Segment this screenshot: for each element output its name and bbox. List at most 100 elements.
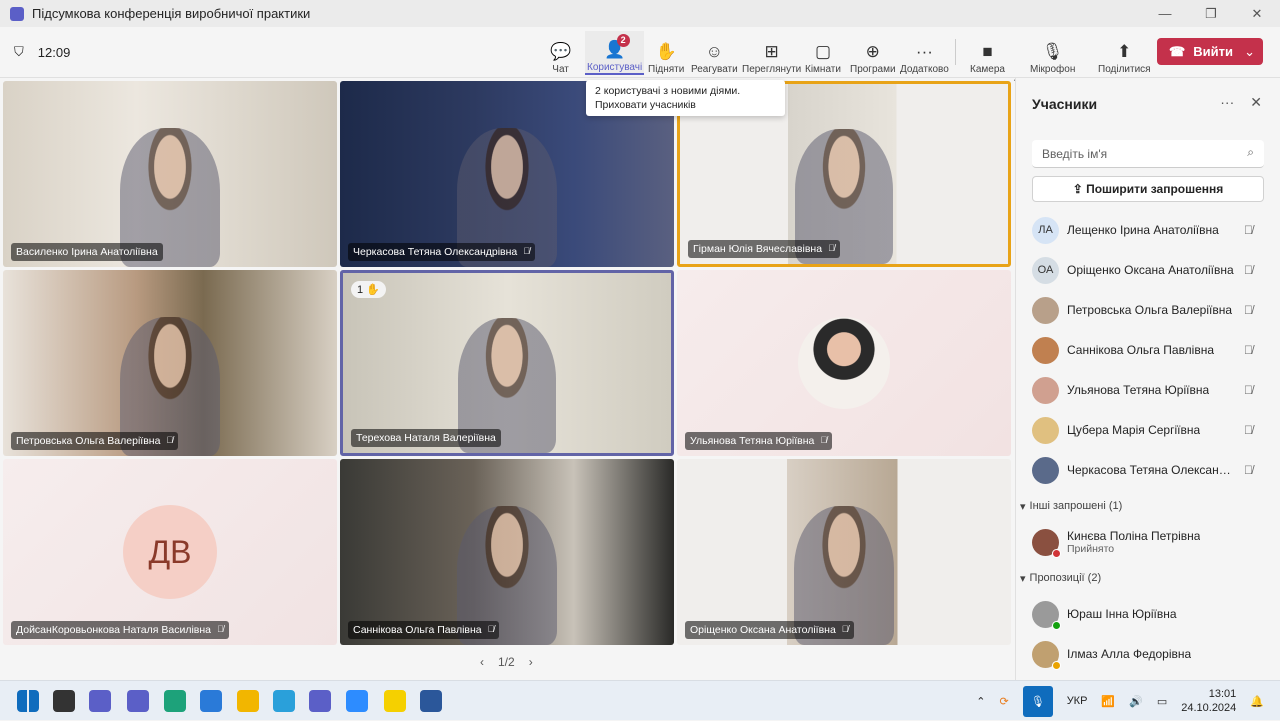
participant-name: Юраш Інна Юріївна (1067, 607, 1177, 621)
participant-item[interactable]: Кинєва Поліна Петрівна Прийнято (1016, 522, 1280, 562)
page-indicator: 1/2 (498, 655, 515, 669)
explorer-task-icon[interactable] (53, 690, 75, 712)
participant-item[interactable]: Юраш Інна Юріївна (1016, 594, 1280, 634)
pumb-icon[interactable] (384, 690, 406, 712)
video-tile[interactable]: Ульянова Тетяна Юріївна 🎙̸ (677, 270, 1011, 456)
edge-icon[interactable] (164, 690, 186, 712)
toolbar-label: Мікрофон (1030, 64, 1076, 75)
mic-off-icon: 🎙̸ (217, 624, 224, 634)
share-invite-button[interactable]: ⇪ Поширити запрошення (1032, 176, 1264, 202)
toolbar-smile-button[interactable]: ☺ Реагувати (689, 31, 740, 75)
avatar: ОА (1032, 256, 1059, 284)
show-hidden-icons-button[interactable]: ⌃ (976, 695, 985, 708)
toolbar-camera-button[interactable]: ■ Камера (968, 31, 1007, 75)
participant-item[interactable]: ОА Оріщенко Оксана Анатоліївна 🎙̸ (1016, 250, 1280, 290)
participant-name-label: Петровська Ольга Валеріївна 🎙̸ (11, 432, 179, 450)
pagination: ‹ 1/2 › (480, 655, 533, 669)
next-page-button[interactable]: › (529, 655, 533, 669)
mic-off-icon: 🎙̸ (166, 435, 174, 445)
toolbar-grid-view-button[interactable]: ⊞ Переглянути (740, 31, 803, 75)
toolbar-more-button[interactable]: ··· Додатково (898, 31, 951, 75)
raise-hand-icon: ✋ (655, 42, 677, 61)
participant-name: Оріщенко Оксана Анатоліївна (1067, 263, 1234, 277)
teams-classic-icon[interactable] (309, 690, 331, 712)
close-window-button[interactable]: ✕ (1234, 0, 1280, 27)
participant-item[interactable]: Саннікова Ольга Павлівна 🎙̸ (1016, 330, 1280, 370)
clock[interactable]: 13:01 24.10.2024 (1181, 687, 1236, 715)
more-options-button[interactable]: ··· (1220, 94, 1234, 111)
wifi-icon[interactable]: 📶 (1101, 695, 1115, 708)
sync-icon[interactable]: ⟳ (1000, 695, 1009, 708)
avatar (1032, 640, 1061, 670)
toolbar-label: Користувачі (587, 62, 643, 73)
participant-name: Кинєва Поліна Петрівна (1067, 529, 1201, 543)
participant-item[interactable]: Петровська Ольга Валеріївна 🎙̸ (1016, 290, 1280, 330)
toolbar-rooms-button[interactable]: ▢ Кімнати (803, 31, 843, 75)
battery-icon[interactable]: ▭ (1157, 695, 1167, 708)
maximize-button[interactable]: ❐ (1188, 0, 1234, 27)
toolbar-share-button[interactable]: ⬆ Поділитися (1096, 31, 1153, 75)
meeting-toolbar: ⛉ 12:09 ☎ Вийти ⌄ 💬 Чат 👤 2 Користувачі ✋ Підняти… (0, 27, 1280, 85)
start-icon[interactable] (17, 690, 39, 712)
toolbar-apps-button[interactable]: ⊕ Програми (848, 31, 898, 75)
chevron-down-icon[interactable]: ⌄ (1244, 44, 1255, 60)
teams-icon[interactable] (127, 690, 149, 712)
avatar: ЛА (1032, 216, 1059, 244)
video-tile[interactable]: ДВ ДойсанКоровьонкова Наталя Василівна 🎙̸ (3, 459, 337, 645)
mic-off-icon[interactable]: 🎙̸ (1244, 423, 1253, 437)
teams-chat-icon[interactable] (89, 690, 111, 712)
rooms-icon: ▢ (814, 42, 831, 61)
language-indicator[interactable]: УКР (1067, 695, 1088, 707)
mic-off-icon[interactable]: 🎙̸ (1244, 383, 1253, 397)
participant-item[interactable]: Ілмаз Алла Федорівна (1016, 634, 1280, 674)
participant-name-label: Саннікова Ольга Павлівна 🎙̸ (348, 621, 500, 639)
word-icon[interactable] (420, 690, 442, 712)
divider (955, 39, 956, 65)
caret-down-icon: ▾ (1020, 500, 1026, 513)
grid-view-icon: ⊞ (764, 42, 779, 61)
initials-avatar: ДВ (123, 505, 217, 599)
toolbar-microphone-button[interactable]: 🎙 Мікрофон (1028, 31, 1077, 75)
participant-info: Юраш Інна Юріївна (1067, 607, 1177, 621)
participant-search-input[interactable]: Введіть ім'я ⌕ (1032, 140, 1264, 168)
mic-off-icon[interactable]: 🎙̸ (1244, 263, 1253, 277)
prev-page-button[interactable]: ‹ (480, 655, 484, 669)
video-tile[interactable]: 1 ✋ Терехова Наталя Валеріївна (340, 270, 674, 456)
volume-icon[interactable]: 🔊 (1129, 695, 1143, 708)
files-icon[interactable] (237, 690, 259, 712)
participant-item[interactable]: Черкасова Тетяна Олександрівна 🎙̸ (1016, 450, 1280, 490)
telegram-icon[interactable] (273, 690, 295, 712)
zoom-icon[interactable] (346, 690, 368, 712)
participant-item[interactable]: ЛА Лещенко Ірина Анатоліївна 🎙̸ (1016, 210, 1280, 250)
other-invited-section-header[interactable]: ▾ Інші запрошені (1) (1016, 490, 1280, 522)
toolbar-chat-button[interactable]: 💬 Чат (548, 31, 573, 75)
participants-tooltip: 2 користувачі з новими діями. Приховати … (586, 80, 785, 116)
store-icon[interactable] (200, 690, 222, 712)
mic-off-icon[interactable]: 🎙̸ (1244, 303, 1253, 317)
video-tile[interactable]: Петровська Ольга Валеріївна 🎙̸ (3, 270, 337, 456)
mic-off-icon[interactable]: 🎙̸ (1244, 343, 1253, 357)
suggestions-section-header[interactable]: ▾ Пропозиції (2) (1016, 562, 1280, 594)
participant-info: Петровська Ольга Валеріївна (1067, 303, 1232, 317)
mic-off-icon[interactable]: 🎙̸ (1244, 223, 1253, 237)
mic-off-icon[interactable]: 🎙̸ (1244, 463, 1253, 477)
toolbar-raise-hand-button[interactable]: ✋ Підняти (646, 31, 686, 75)
participant-info: Ульянова Тетяна Юріївна (1067, 383, 1209, 397)
toolbar-label: Переглянути (742, 64, 802, 75)
notifications-bell-icon[interactable]: 🔔 (1250, 695, 1264, 708)
video-tile[interactable]: Василенко Ірина Анатоліївна (3, 81, 337, 267)
microphone-in-use-icon[interactable]: 🎙 (1022, 685, 1053, 717)
toolbar-people-button[interactable]: 👤 2 Користувачі (585, 31, 645, 75)
mic-off-icon: 🎙̸ (820, 435, 828, 445)
share-invite-label: Поширити запрошення (1086, 182, 1224, 196)
participant-item[interactable]: Ульянова Тетяна Юріївна 🎙̸ (1016, 370, 1280, 410)
leave-button[interactable]: ☎ Вийти ⌄ (1157, 38, 1263, 65)
avatar (1032, 336, 1059, 364)
close-panel-button[interactable]: ✕ (1250, 94, 1262, 111)
participant-item[interactable]: Цубера Марія Сергіївна 🎙̸ (1016, 410, 1280, 450)
video-tile[interactable]: Саннікова Ольга Павлівна 🎙̸ (340, 459, 674, 645)
participant-name-label: Гірман Юлія Вячеславівна 🎙̸ (688, 240, 840, 258)
phone-hangup-icon: ☎ (1169, 43, 1186, 59)
video-tile[interactable]: Оріщенко Оксана Анатоліївна 🎙̸ (677, 459, 1011, 645)
minimize-button[interactable]: — (1142, 0, 1188, 27)
